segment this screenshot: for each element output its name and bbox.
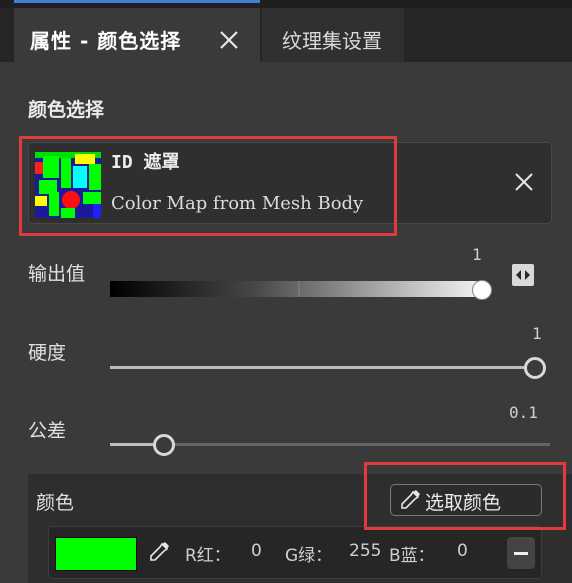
- close-icon[interactable]: [513, 171, 535, 193]
- tolerance-label: 公差: [28, 420, 67, 442]
- hardness-slider-handle[interactable]: [524, 357, 546, 379]
- hardness-label: 硬度: [28, 342, 67, 364]
- blue-channel-label: B蓝：: [389, 546, 435, 566]
- reset-icon[interactable]: [511, 263, 535, 287]
- blue-channel-value[interactable]: 0: [457, 541, 468, 561]
- green-channel-value[interactable]: 255: [349, 541, 381, 561]
- tab-strip: [0, 0, 572, 8]
- output-value: 1: [472, 245, 482, 264]
- tab-label: 属性 - 颜色选择: [30, 29, 182, 53]
- active-tab-indicator: [14, 0, 260, 3]
- tolerance-slider-track[interactable]: [168, 443, 550, 446]
- tab-properties-color-selection[interactable]: 属性 - 颜色选择: [14, 8, 260, 62]
- close-icon[interactable]: [218, 29, 240, 51]
- green-channel-label: G绿：: [285, 546, 333, 566]
- tab-label: 纹理集设置: [282, 29, 382, 53]
- color-value-row: R红： 0 G绿： 255 B蓝： 0: [48, 526, 542, 579]
- eyedropper-icon[interactable]: [147, 540, 171, 564]
- color-swatch[interactable]: [55, 537, 137, 571]
- gradient-midpoint: [298, 281, 300, 297]
- highlight-box-pick: [364, 462, 566, 530]
- output-slider-handle[interactable]: [472, 280, 492, 300]
- remove-color-button[interactable]: [507, 537, 535, 569]
- tab-bar: 属性 - 颜色选择 纹理集设置: [0, 0, 572, 62]
- tolerance-slider-handle[interactable]: [153, 434, 175, 456]
- tolerance-slider-fill[interactable]: [110, 443, 156, 446]
- highlight-box-mask: [19, 136, 397, 236]
- hardness-slider-track[interactable]: [110, 366, 528, 369]
- red-channel-value[interactable]: 0: [251, 541, 262, 561]
- red-channel-label: R红：: [185, 546, 231, 566]
- hardness-value: 1: [532, 324, 542, 343]
- section-title: 颜色选择: [28, 99, 105, 121]
- tab-texture-set-settings[interactable]: 纹理集设置: [262, 8, 404, 62]
- output-gradient-slider[interactable]: [110, 281, 482, 297]
- output-label: 输出值: [28, 263, 86, 285]
- color-label: 颜色: [36, 492, 75, 514]
- minus-icon: [514, 552, 528, 555]
- tolerance-value: 0.1: [509, 403, 538, 422]
